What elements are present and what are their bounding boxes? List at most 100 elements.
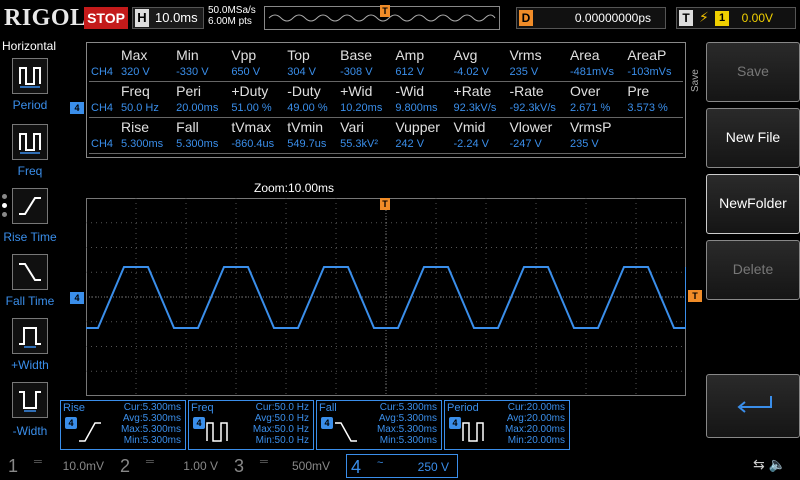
measure-value-cell: 304 V [285, 64, 339, 82]
measure-header-cell: Vmid [453, 118, 486, 135]
delete-label: Delete [732, 261, 774, 277]
fall-time-measure-button[interactable] [12, 254, 48, 290]
stat-fall-avg: Avg:5.300ms [378, 413, 437, 424]
measure-header-cell [89, 45, 119, 64]
sample-rate: 50.0MSa/s [208, 5, 256, 16]
stat-period-avg: Avg:20.00ms [506, 413, 565, 424]
measure-header-cell: Avg [453, 46, 478, 63]
zoom-timebase-label: Zoom:10.00ms [254, 181, 335, 195]
channel-1-tab[interactable]: 1 ═ 10.0mV [4, 454, 112, 478]
channel-2-tab[interactable]: 2 ═ 1.00 V [116, 454, 226, 478]
positive-pulse-icon [19, 327, 41, 348]
measure-value-cell: 2.671 % [567, 100, 626, 118]
brand-logo: RIGOL [4, 5, 87, 31]
positive-width-measure-button[interactable] [12, 318, 48, 354]
measure-value-cell: -92.3kV/s [507, 100, 568, 118]
stat-box-freq[interactable]: Freq 4 Cur:50.0 Hz Avg:50.0 Hz Max:50.0 … [188, 400, 314, 450]
stat-freq-avg: Avg:50.0 Hz [254, 413, 309, 424]
stat-box-rise[interactable]: Rise 4 Cur:5.300ms Avg:5.300ms Max:5.300… [60, 400, 186, 450]
return-button[interactable] [706, 374, 800, 438]
horizontal-delay[interactable]: D 0.00000000ps [516, 7, 666, 29]
measure-header-cell: Vpp [231, 46, 257, 63]
measure-value-row: CH4 320 V -330 V 650 V 304 V -308 V 612 V -4.02… [89, 64, 683, 82]
measure-header-cell: Base [340, 46, 373, 63]
freq-label: Freq [17, 164, 43, 178]
new-file-button[interactable]: New File [706, 108, 800, 168]
measure-value-cell: 650 V [229, 64, 286, 82]
channel-4-number: 4 [351, 457, 362, 477]
measure-header-cell: AreaP [627, 46, 667, 63]
measure-value-cell: 3.573 % [625, 100, 683, 118]
channel-2-number: 2 [120, 456, 131, 476]
rise-time-measure-button[interactable] [12, 188, 48, 224]
stat-period-cur: Cur:20.00ms [507, 402, 565, 413]
measure-header-cell: VrmsP [569, 118, 612, 135]
measure-header-cell: Freq [120, 82, 150, 99]
channel-4-offset-marker[interactable]: 4 [70, 292, 84, 304]
measure-value-cell: 235 V [507, 64, 568, 82]
trigger-status[interactable]: T ⚡ 1 0.00V [676, 7, 796, 29]
delay-value: 0.00000000ps [574, 11, 651, 25]
new-folder-button[interactable]: NewFolder [706, 174, 800, 234]
measure-header-cell: Vrms [509, 46, 542, 63]
measure-header-cell: Vari [340, 118, 364, 135]
negative-width-measure-button[interactable] [12, 382, 48, 418]
measure-value-cell: 9.800ms [393, 100, 452, 118]
measure-header-cell: Peri [176, 82, 202, 99]
measure-header-cell: Min [176, 46, 199, 63]
delay-label: D [519, 10, 533, 26]
measure-header-row: Freq Peri +Duty -Duty +Wid -Wid +Rate -Rate Over… [89, 81, 683, 100]
measure-value-cell: 320 V [118, 64, 175, 82]
measure-header-cell: Vupper [395, 118, 440, 135]
measure-value-cell: -860.4us [229, 136, 286, 154]
stat-fall-channel: 4 [321, 417, 333, 429]
timebase-indicator[interactable]: H 10.0ms [132, 7, 204, 29]
channel-4-tab[interactable]: 4 ~ 250 V [346, 454, 458, 478]
channel-3-tab[interactable]: 3 ═ 500mV [230, 454, 338, 478]
run-stop-status[interactable]: STOP [84, 7, 128, 29]
trigger-source: 1 [715, 11, 729, 26]
measure-header-cell: Over [569, 82, 601, 99]
measure-value-cell: -330 V [174, 64, 230, 82]
channel-3-number: 3 [234, 456, 245, 476]
channel-1-number: 1 [8, 456, 19, 476]
save-button-label: Save [737, 63, 769, 79]
trigger-label: T [679, 10, 693, 26]
left-panel-title: Horizontal [2, 39, 57, 53]
page-indicator [2, 194, 8, 221]
negative-pulse-icon [19, 391, 41, 412]
measure-header-cell: +Rate [453, 82, 492, 99]
stat-freq-cur: Cur:50.0 Hz [255, 402, 309, 413]
rise-edge-icon [19, 197, 41, 215]
freq-measure-button[interactable] [12, 124, 48, 160]
measure-value-cell: 20.00ms [174, 100, 230, 118]
stat-box-fall[interactable]: Fall 4 Cur:5.300ms Avg:5.300ms Max:5.300… [316, 400, 442, 450]
new-file-label: New File [725, 129, 781, 145]
stat-fall-min: Min:5.300ms [379, 435, 437, 446]
frequency-icon [19, 133, 41, 154]
delete-button[interactable]: Delete [706, 240, 800, 300]
period-label: Period [12, 98, 48, 112]
measure-header-cell: Amp [395, 46, 425, 63]
horizontal-measure-panel: Horizontal Period Freq Rise Time Fall Ti… [0, 36, 60, 450]
trigger-level-marker[interactable]: T [688, 290, 702, 302]
timebase-value: 10.0ms [155, 10, 198, 25]
rise-edge-icon [79, 422, 101, 442]
timebase-label: H [135, 9, 149, 27]
measure-header-row: Rise Fall tVmax tVmin Vari Vupper Vmid Vlower Vr… [89, 117, 683, 136]
stat-rise-max: Max:5.300ms [120, 424, 181, 435]
measure-value-row: CH4 50.0 Hz 20.00ms 51.00 % 49.00 % 10.20ms 9.… [89, 100, 683, 118]
period-icon [19, 67, 41, 88]
period-measure-button[interactable] [12, 58, 48, 94]
measure-header-cell: Pre [627, 82, 650, 99]
save-button[interactable]: Save [706, 42, 800, 102]
measure-value-cell: 49.00 % [285, 100, 339, 118]
measure-value-cell: -4.02 V [451, 64, 508, 82]
stat-box-period[interactable]: Period 4 Cur:20.00ms Avg:20.00ms Max:20.… [444, 400, 570, 450]
waveform-display[interactable] [86, 198, 686, 396]
trigger-position-marker: T [380, 198, 390, 210]
save-side-tab[interactable]: Save [688, 62, 704, 108]
measure-value-cell: -247 V [507, 136, 568, 154]
measure-value-cell: 55.3kV² [338, 136, 394, 154]
stat-period-min: Min:20.00ms [507, 435, 565, 446]
